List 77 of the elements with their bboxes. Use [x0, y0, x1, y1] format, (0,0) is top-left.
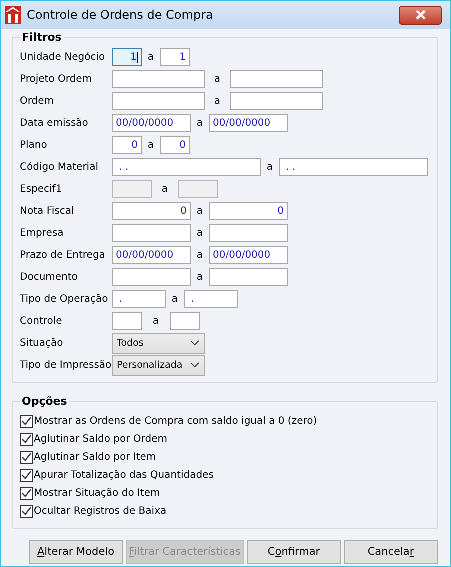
close-icon: [414, 10, 426, 20]
checkbox[interactable]: [20, 432, 33, 446]
input-field[interactable]: . .: [279, 158, 428, 176]
input-field[interactable]: [170, 312, 200, 330]
range-separator: a: [213, 74, 222, 84]
field-label: Prazo de Entrega: [20, 250, 106, 260]
input-field[interactable]: [112, 312, 142, 330]
range-separator: a: [146, 140, 156, 150]
field-label: Empresa: [20, 228, 65, 238]
range-separator: a: [196, 206, 204, 216]
input-field[interactable]: [112, 92, 205, 110]
dialog-button[interactable]: Alterar Modelo: [29, 540, 123, 564]
dialog-button[interactable]: Cancelar: [344, 540, 438, 564]
checkbox-label[interactable]: Aglutinar Saldo por Item: [34, 452, 156, 462]
field-label: Código Material: [20, 162, 100, 172]
range-separator: a: [196, 250, 204, 260]
input-field[interactable]: .: [184, 290, 238, 308]
input-field[interactable]: 0: [209, 202, 288, 220]
checkbox-label[interactable]: Mostrar Situação do Item: [34, 488, 160, 498]
group-title: Filtros: [21, 31, 63, 44]
close-button[interactable]: [399, 6, 442, 24]
input-field[interactable]: [112, 268, 191, 286]
input-field[interactable]: 00/00/0000: [112, 246, 191, 264]
field-label: Controle: [20, 316, 64, 326]
field-label: Ordem: [20, 96, 56, 106]
field-label: Plano: [20, 140, 48, 150]
field-label: Tipo de Operação: [20, 294, 110, 304]
group-title: Opções: [21, 395, 68, 408]
field-label: Situação: [20, 338, 64, 348]
field-label: Data emissão: [20, 118, 90, 128]
checkbox[interactable]: [20, 414, 33, 428]
range-separator: a: [196, 118, 204, 128]
dropdown[interactable]: Personalizada: [112, 354, 205, 376]
range-separator: a: [170, 294, 180, 304]
checkbox-label[interactable]: Apurar Totalização das Quantidades: [34, 470, 214, 480]
chevron-down-icon: [190, 362, 200, 368]
checkbox-label[interactable]: Aglutinar Saldo por Ordem: [34, 434, 168, 444]
checkbox[interactable]: [20, 468, 33, 482]
input-field[interactable]: . .: [112, 158, 261, 176]
range-separator: a: [213, 96, 222, 106]
chevron-down-icon: [190, 340, 200, 346]
checkbox-label[interactable]: Mostrar as Ordens de Compra com saldo igual a 0 (zero): [34, 416, 318, 426]
range-separator: a: [196, 272, 204, 282]
input-field[interactable]: 00/00/0000: [209, 246, 288, 264]
field-label: Unidade Negócio: [20, 52, 106, 62]
range-separator: a: [196, 228, 204, 238]
input-field[interactable]: 0: [112, 136, 142, 154]
input-field[interactable]: [230, 70, 323, 88]
field-label: Documento: [20, 272, 79, 282]
checkbox[interactable]: [20, 504, 33, 518]
input-field[interactable]: [112, 70, 205, 88]
input-field[interactable]: 00/00/0000: [112, 114, 191, 132]
range-separator: a: [160, 184, 170, 194]
range-separator: a: [266, 162, 274, 172]
input-field[interactable]: [230, 92, 323, 110]
input-field[interactable]: 1: [160, 48, 190, 66]
input-field[interactable]: [209, 268, 288, 286]
input-field[interactable]: [209, 224, 288, 242]
range-separator: a: [146, 52, 156, 62]
dialog-button[interactable]: Confirmar: [247, 540, 341, 564]
input-field[interactable]: 0: [160, 136, 190, 154]
checkbox[interactable]: [20, 486, 33, 500]
checkbox[interactable]: [20, 450, 33, 464]
window-title: Controle de Ordens de Compra: [27, 8, 214, 22]
dropdown[interactable]: Todos: [112, 332, 205, 354]
input-field[interactable]: [112, 224, 191, 242]
checkbox-label[interactable]: Ocultar Registros de Baixa: [34, 506, 167, 516]
range-separator: a: [152, 316, 160, 326]
field-label: Nota Fiscal: [20, 206, 76, 216]
field-label: Tipo de Impressão: [20, 360, 112, 370]
input-field[interactable]: 00/00/0000: [209, 114, 288, 132]
input-field[interactable]: .: [112, 290, 166, 308]
field-label: Projeto Ordem: [20, 74, 94, 84]
input-field[interactable]: 0: [112, 202, 191, 220]
field-label: Especif1: [20, 184, 64, 194]
input-field[interactable]: 1: [112, 48, 142, 66]
app-logo-icon: [5, 6, 21, 24]
